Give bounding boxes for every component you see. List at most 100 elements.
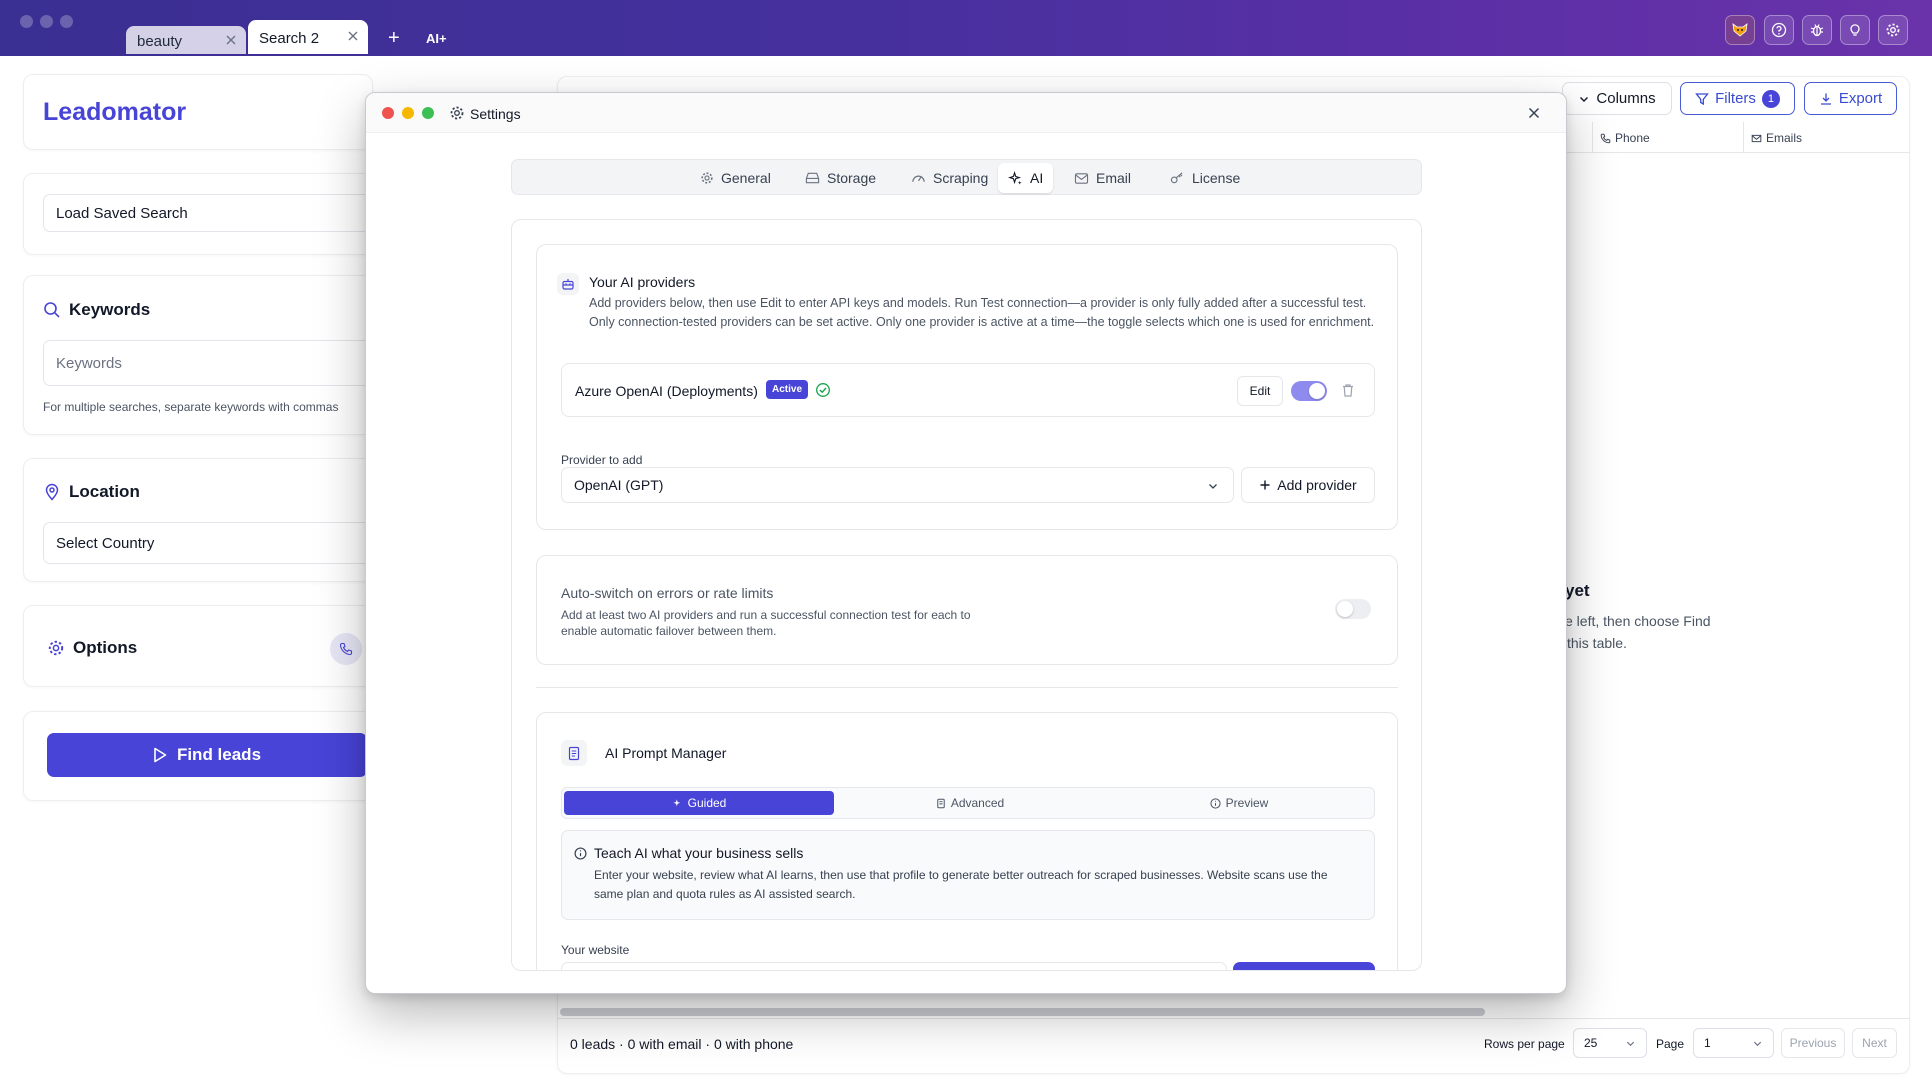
page-select[interactable]: 1 — [1693, 1028, 1774, 1058]
check-circle-icon — [815, 382, 831, 398]
mode-guided[interactable]: Guided — [564, 791, 834, 815]
mode-advanced[interactable]: Advanced — [835, 791, 1105, 815]
provider-to-add-select[interactable]: OpenAI (GPT) — [561, 467, 1234, 503]
provider-active-toggle[interactable] — [1291, 381, 1327, 401]
ai-plus-button[interactable]: AI+ — [426, 31, 447, 46]
window-titlebar: beauty Search 2 + AI+ — [0, 0, 1932, 56]
ai-providers-title: Your AI providers — [589, 274, 696, 290]
find-leads-button[interactable]: Find leads — [47, 733, 367, 777]
gear-icon — [700, 171, 714, 185]
map-pin-icon — [43, 483, 61, 501]
plus-icon — [1259, 479, 1271, 491]
chevron-down-icon — [1625, 1038, 1636, 1049]
tab-label: beauty — [137, 33, 183, 50]
lightbulb-icon[interactable] — [1840, 15, 1870, 45]
tab-license[interactable]: License — [1160, 163, 1250, 193]
page-label: Page — [1656, 1037, 1685, 1051]
toggle-knob — [1337, 601, 1353, 617]
auto-switch-description: Add at least two AI providers and run a … — [561, 608, 971, 638]
edit-label: Edit — [1249, 384, 1271, 398]
load-saved-search-select[interactable]: Load Saved Search — [43, 194, 373, 232]
tab-scraping[interactable]: Scraping — [901, 163, 998, 193]
mode-preview[interactable]: Preview — [1105, 791, 1373, 815]
columns-button[interactable]: Columns — [1562, 82, 1672, 115]
filters-button[interactable]: Filters 1 — [1680, 82, 1795, 115]
bot-icon — [557, 273, 579, 295]
export-button[interactable]: Export — [1804, 82, 1897, 115]
tab-storage[interactable]: Storage — [795, 163, 886, 193]
keywords-input[interactable]: Keywords — [43, 340, 373, 386]
next-page-button[interactable]: Next — [1852, 1028, 1897, 1058]
window-close-dot[interactable] — [20, 15, 33, 28]
export-label: Export — [1838, 90, 1883, 107]
columns-label: Columns — [1596, 90, 1656, 107]
trash-icon[interactable] — [1341, 383, 1355, 398]
website-label: Your website — [561, 943, 630, 957]
document-icon — [561, 740, 587, 766]
options-heading[interactable]: Options — [47, 638, 137, 658]
tab-email[interactable]: Email — [1064, 163, 1141, 193]
empty-state-line: e left, then choose Find — [1565, 613, 1711, 629]
hard-drive-icon — [805, 171, 820, 185]
key-icon — [1170, 171, 1185, 185]
close-icon[interactable] — [224, 33, 238, 47]
window-minimize-dot[interactable] — [40, 15, 53, 28]
mail-icon — [1751, 133, 1762, 144]
gear-icon[interactable] — [1878, 15, 1908, 45]
close-icon[interactable] — [1526, 105, 1542, 121]
settings-ai-content[interactable]: Your AI providers Add providers below, t… — [511, 219, 1422, 971]
tab-search-2[interactable]: Search 2 — [248, 20, 368, 54]
add-provider-button[interactable]: Add provider — [1241, 467, 1375, 503]
fox-icon[interactable] — [1725, 15, 1755, 45]
tab-label: License — [1192, 170, 1241, 186]
location-title: Location — [69, 482, 140, 501]
column-label: Phone — [1615, 131, 1650, 145]
phone-icon[interactable] — [330, 633, 362, 665]
window-zoom-dot[interactable] — [60, 15, 73, 28]
column-divider — [1592, 122, 1593, 152]
search-icon — [43, 301, 61, 319]
column-header-phone[interactable]: Phone — [1600, 131, 1650, 145]
tab-label: General — [721, 170, 771, 186]
help-icon[interactable] — [1764, 15, 1794, 45]
tab-general[interactable]: General — [690, 163, 781, 193]
settings-titlebar: Settings — [366, 93, 1566, 133]
dialog-close-dot[interactable] — [382, 107, 394, 119]
tab-beauty[interactable]: beauty — [126, 26, 246, 54]
scan-website-button[interactable] — [1233, 962, 1375, 970]
new-tab-button[interactable]: + — [388, 28, 400, 48]
empty-state-line: this table. — [1567, 635, 1627, 651]
website-input[interactable] — [561, 962, 1227, 970]
app-title: Leadomator — [43, 98, 187, 126]
tab-ai[interactable]: AI — [998, 163, 1054, 193]
dialog-minimize-dot[interactable] — [402, 107, 414, 119]
rows-per-page-select[interactable]: 25 — [1573, 1028, 1647, 1058]
horizontal-scrollbar[interactable] — [560, 1008, 1485, 1016]
edit-provider-button[interactable]: Edit — [1237, 376, 1283, 406]
chevron-down-icon — [1207, 480, 1219, 492]
prompt-manager-card: AI Prompt Manager Guided Advanced Previe… — [536, 712, 1398, 970]
auto-switch-title: Auto-switch on errors or rate limits — [561, 585, 774, 601]
play-icon — [153, 747, 167, 763]
bug-icon[interactable] — [1802, 15, 1832, 45]
tab-label: Email — [1096, 170, 1132, 186]
gauge-icon — [911, 171, 926, 185]
tab-label: Scraping — [933, 170, 989, 186]
column-divider — [1743, 122, 1744, 152]
teach-ai-info: Teach AI what your business sells Enter … — [561, 830, 1375, 920]
column-header-emails[interactable]: Emails — [1751, 131, 1802, 145]
previous-page-button[interactable]: Previous — [1781, 1028, 1845, 1058]
dialog-zoom-dot[interactable] — [422, 107, 434, 119]
country-placeholder: Select Country — [56, 534, 155, 552]
auto-switch-toggle[interactable] — [1335, 599, 1371, 619]
results-summary: 0 leads · 0 with email · 0 with phone — [570, 1036, 794, 1052]
close-icon[interactable] — [346, 29, 360, 43]
tab-label: AI — [1030, 170, 1044, 186]
filters-count-badge: 1 — [1761, 89, 1780, 108]
settings-dialog: Settings General Storage Scraping AI Ema… — [365, 92, 1567, 994]
toggle-knob — [1309, 383, 1325, 399]
info-icon — [574, 847, 587, 860]
country-select[interactable]: Select Country — [43, 522, 373, 564]
add-provider-label: Add provider — [1277, 477, 1357, 493]
phone-icon — [1600, 133, 1611, 144]
